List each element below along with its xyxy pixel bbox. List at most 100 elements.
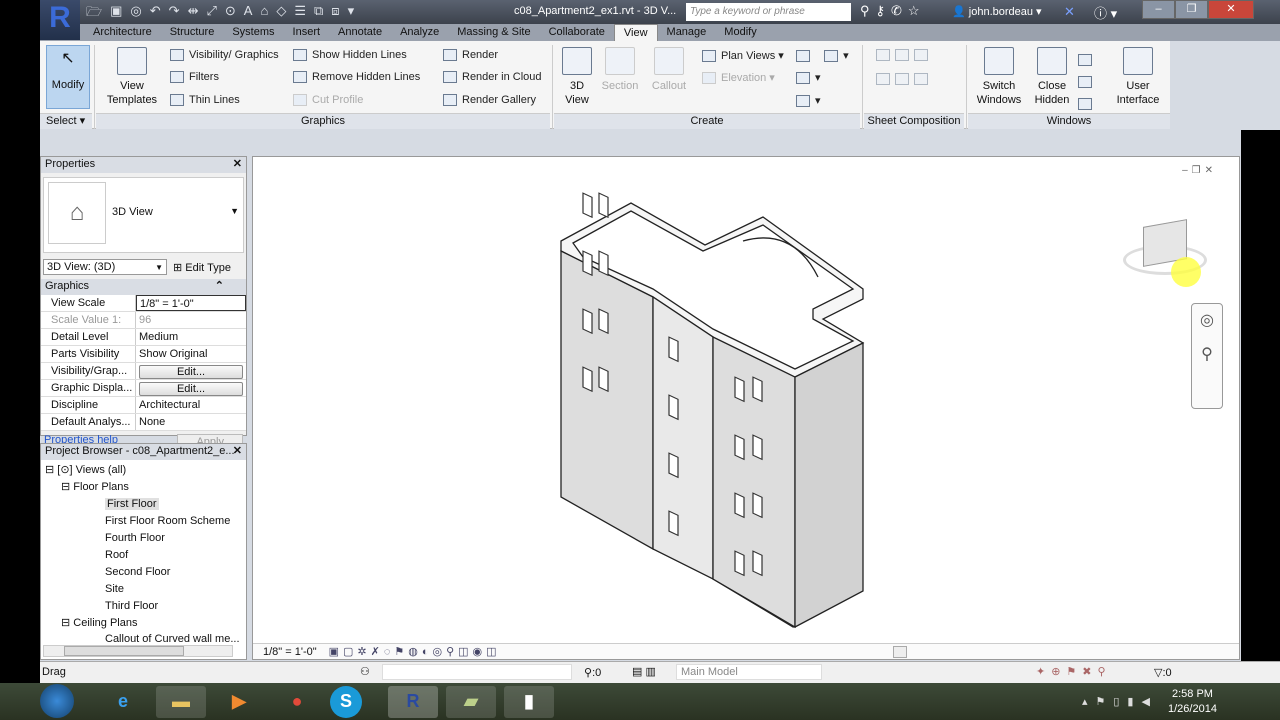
property-value[interactable]: None (136, 414, 246, 430)
view-templates-button[interactable]: View Templates (102, 47, 162, 107)
filter-icon[interactable]: ▽:0 (1154, 666, 1172, 679)
thin-lines-icon[interactable]: ☰ (294, 3, 306, 21)
tree-item[interactable]: Fourth Floor (45, 530, 242, 547)
legends-icon[interactable]: ▾ (796, 94, 821, 108)
property-value[interactable]: 1/8" = 1'-0" (136, 295, 246, 311)
restore-button[interactable]: ❐ (1175, 0, 1208, 19)
recorder-icon[interactable]: ▮ (504, 686, 554, 718)
redo-icon[interactable]: ↷ (169, 3, 180, 21)
tab-manage[interactable]: Manage (658, 24, 716, 41)
navigation-bar[interactable]: ◎ ⚲ (1191, 303, 1223, 409)
design-option-dropdown[interactable]: Main Model (676, 664, 822, 680)
tree-node-views[interactable]: ⊟ [⊙] Views (all) (45, 462, 242, 479)
user-sign-in[interactable]: 👤 john.bordeau ▾ (952, 5, 1042, 18)
zoom-icon[interactable]: ⚲ (1192, 338, 1222, 372)
measure-icon[interactable]: ⇹ (188, 3, 199, 21)
tab-collaborate[interactable]: Collaborate (540, 24, 614, 41)
infocenter-icons[interactable]: ⚲⚷✆☆ (860, 3, 926, 19)
media-player-icon[interactable]: ▶ (214, 686, 264, 718)
tree-item[interactable]: Site (45, 581, 242, 598)
property-value[interactable]: Medium (136, 329, 246, 345)
filters-button[interactable]: Filters (170, 71, 219, 84)
internet-explorer-icon[interactable]: e (98, 686, 148, 718)
property-value[interactable]: Show Original (136, 346, 246, 362)
customize-qat-icon[interactable]: ▾ (348, 3, 355, 21)
edit-type-button[interactable]: ⊞ Edit Type (173, 261, 231, 274)
search-input[interactable]: Type a keyword or phrase (686, 3, 851, 21)
notes-icon[interactable]: ▰ (446, 686, 496, 718)
duplicate-view-icons[interactable]: ▾ (796, 71, 821, 85)
file-explorer-icon[interactable]: ▬ (156, 686, 206, 718)
close-button[interactable]: ✕ (1208, 0, 1254, 19)
3d-view-button[interactable]: 3D View (558, 47, 596, 107)
revit-taskbar-icon[interactable]: R (388, 686, 438, 718)
render-in-cloud-button[interactable]: Render in Cloud (443, 71, 542, 84)
horizontal-scrollbar[interactable] (43, 645, 233, 657)
worksets-icon[interactable]: ⚇ (360, 665, 370, 678)
clock[interactable]: 2:58 PM 1/26/2014 (1168, 687, 1217, 717)
undo-icon[interactable]: ↶ (150, 3, 161, 21)
tree-item[interactable]: First Floor (45, 496, 242, 513)
tree-node-floor-plans[interactable]: ⊟ Floor Plans (45, 479, 242, 496)
exchange-apps-icon[interactable]: ✕ (1064, 4, 1075, 20)
property-value[interactable]: Edit... (136, 363, 246, 379)
user-interface-button[interactable]: User Interface (1112, 47, 1164, 107)
close-hidden-button[interactable]: Close Hidden (1030, 47, 1074, 107)
design-options-icon[interactable]: ▤ ▥ (632, 665, 656, 678)
close-hidden-icon[interactable]: ⧉ (314, 3, 323, 21)
tab-annotate[interactable]: Annotate (329, 24, 391, 41)
visibility-graphics-button[interactable]: Visibility/ Graphics (170, 49, 279, 62)
remove-hidden-lines-button[interactable]: Remove Hidden Lines (293, 71, 420, 84)
text-icon[interactable]: A (244, 3, 253, 21)
render-button[interactable]: Render (443, 49, 498, 62)
tree-item[interactable]: First Floor Room Scheme (45, 513, 242, 530)
close-icon[interactable]: ✕ (233, 444, 242, 457)
modify-button[interactable]: ↖ Modify (46, 45, 90, 109)
section-icon[interactable]: ◇ (276, 3, 286, 21)
tree-node-ceiling-plans[interactable]: ⊟ Ceiling Plans (45, 615, 242, 632)
property-value[interactable]: 96 (136, 312, 246, 328)
dimension-icon[interactable]: ⤢ (206, 3, 216, 21)
tab-view[interactable]: View (613, 24, 658, 41)
tree-item[interactable]: Third Floor (45, 598, 242, 615)
minimize-button[interactable]: – (1142, 0, 1175, 19)
open-icon[interactable]: 🗁 (86, 3, 102, 21)
switch-windows-icon[interactable]: ⧈ (331, 3, 339, 21)
sheet-composition-icons[interactable] (876, 49, 933, 86)
tab-architecture[interactable]: Architecture (84, 24, 161, 41)
select-dropdown[interactable]: Select ▾ (40, 113, 92, 129)
render-gallery-button[interactable]: Render Gallery (443, 94, 536, 107)
type-selector[interactable]: ⌂ 3D View ▼ (43, 177, 244, 253)
switch-windows-button[interactable]: Switch Windows (974, 47, 1024, 107)
tab-massing-site[interactable]: Massing & Site (448, 24, 539, 41)
tab-structure[interactable]: Structure (161, 24, 224, 41)
property-value[interactable]: Architectural (136, 397, 246, 413)
start-button[interactable] (40, 684, 74, 718)
system-tray-icons[interactable]: ▴⚑▯▮◀ (1082, 695, 1158, 708)
tab-analyze[interactable]: Analyze (391, 24, 448, 41)
default-3d-icon[interactable]: ⌂ (260, 3, 268, 21)
close-icon[interactable]: ✕ (233, 157, 242, 170)
view-scale-button[interactable]: 1/8" = 1'-0" (263, 646, 317, 658)
building-model[interactable] (253, 157, 1241, 647)
plan-views-button[interactable]: Plan Views ▾ (702, 49, 784, 63)
application-menu-button[interactable]: R (40, 0, 80, 40)
tab-insert[interactable]: Insert (284, 24, 330, 41)
tag-icon[interactable]: ⊙ (225, 3, 236, 21)
sync-icon[interactable]: ◎ (130, 3, 141, 21)
save-icon[interactable]: ▣ (110, 3, 122, 21)
tree-item[interactable]: Roof (45, 547, 242, 564)
3d-view-canvas[interactable]: –❐✕ ◎ ⚲ 1/8" = 1'-0" ▣▢✲✗◌⚑◍◐◎⚲◫◉◫ (252, 156, 1240, 660)
elevation-button[interactable]: Elevation ▾ (702, 71, 775, 85)
chrome-icon[interactable]: ● (272, 686, 322, 718)
tab-systems[interactable]: Systems (223, 24, 283, 41)
horizontal-scroll-thumb[interactable] (893, 645, 907, 658)
thin-lines-button[interactable]: Thin Lines (170, 94, 240, 107)
tree-item[interactable]: Callout of Curved wall me... (45, 632, 242, 642)
tab-modify[interactable]: Modify (715, 24, 765, 41)
graphics-group-header[interactable]: Graphics ⌃ (41, 279, 246, 295)
steering-wheel-icon[interactable]: ◎ (1192, 304, 1222, 338)
editable-only-count[interactable]: ⚲:0 (584, 666, 601, 679)
view-control-icons[interactable]: ▣▢✲✗◌⚑◍◐◎⚲◫◉◫ (329, 645, 501, 658)
window-arrange-icons[interactable] (1078, 49, 1097, 115)
